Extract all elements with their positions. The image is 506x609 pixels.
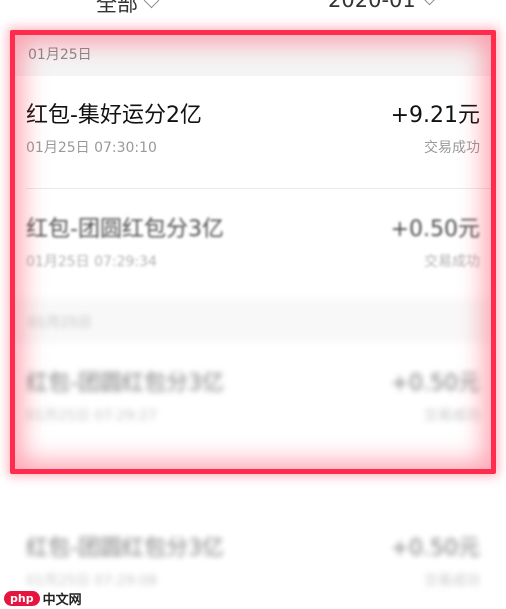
transaction-amount: +0.50元: [390, 371, 480, 396]
watermark-text: 中文网: [42, 593, 82, 608]
type-filter-label: 全部: [96, 0, 138, 16]
site-watermark: php 中文网: [4, 589, 82, 608]
transaction-amount: +0.50元: [390, 536, 480, 561]
transaction-title: 红包-团圆红包分3亿: [26, 217, 224, 242]
transaction-item[interactable]: 红包-团圆红包分3亿 +0.50元 01月25日 07:29:27 交易成功: [10, 344, 496, 454]
transaction-amount: +9.21元: [390, 103, 480, 128]
month-filter-label: 2020-01: [328, 0, 416, 12]
type-filter[interactable]: 全部: [96, 0, 160, 18]
section-date: 01月25日: [28, 47, 92, 63]
date-section-header: 01月25日: [10, 298, 496, 344]
transaction-title: 红包-团圆红包分3亿: [26, 536, 224, 561]
item-divider: [26, 188, 496, 189]
transaction-time: 01月25日 07:29:08: [26, 573, 157, 589]
transaction-item[interactable]: 红包-团圆红包分3亿 +0.50元 01月25日 07:29:34 交易成功: [10, 190, 496, 300]
month-filter[interactable]: 2020-01: [328, 0, 438, 12]
date-section-header: 01月25日: [10, 30, 496, 76]
transaction-status: 交易成功: [424, 254, 480, 270]
section-date: 01月25日: [28, 315, 92, 331]
transaction-title: 红包-集好运分2亿: [26, 103, 202, 128]
transaction-item[interactable]: 红包-集好运分2亿 +9.21元 01月25日 07:30:10 交易成功: [10, 76, 496, 186]
transaction-status: 交易成功: [424, 408, 480, 424]
chevron-down-icon: [421, 0, 438, 5]
transaction-time: 01月25日 07:29:34: [26, 254, 157, 270]
transaction-title: 红包-团圆红包分3亿: [26, 371, 224, 396]
transaction-list: 01月25日 红包-集好运分2亿 +9.21元 01月25日 07:30:10 …: [10, 30, 496, 474]
transaction-time: 01月25日 07:30:10: [26, 140, 157, 156]
transaction-status: 交易成功: [424, 573, 480, 589]
chevron-down-icon: [143, 0, 160, 8]
transaction-time: 01月25日 07:29:27: [26, 408, 157, 424]
watermark-badge: php: [4, 591, 40, 606]
transaction-status: 交易成功: [424, 140, 480, 156]
filter-bar: 全部 2020-01: [0, 0, 506, 28]
transaction-amount: +0.50元: [390, 217, 480, 242]
